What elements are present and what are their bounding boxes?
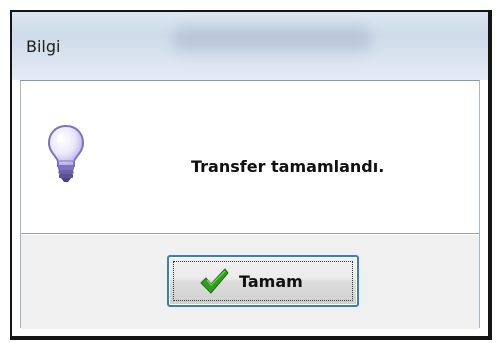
checkmark-icon xyxy=(200,268,229,294)
message-text: Transfer tamamlandı. xyxy=(191,157,385,176)
ok-button[interactable]: Tamam xyxy=(167,255,359,307)
lightbulb-icon xyxy=(47,124,85,182)
message-area: Transfer tamamlandı. xyxy=(21,81,479,235)
title-bar[interactable]: Bilgi xyxy=(12,12,488,80)
window-title: Bilgi xyxy=(26,37,61,56)
info-dialog: Bilgi Transfer tamamlandı. Tamam xyxy=(10,10,492,340)
screen: Bilgi Transfer tamamlandı. Tamam xyxy=(0,0,499,343)
dialog-client-area: Transfer tamamlandı. Tamam xyxy=(20,80,480,329)
button-bar: Tamam xyxy=(21,235,479,329)
ok-button-label: Tamam xyxy=(239,272,303,291)
